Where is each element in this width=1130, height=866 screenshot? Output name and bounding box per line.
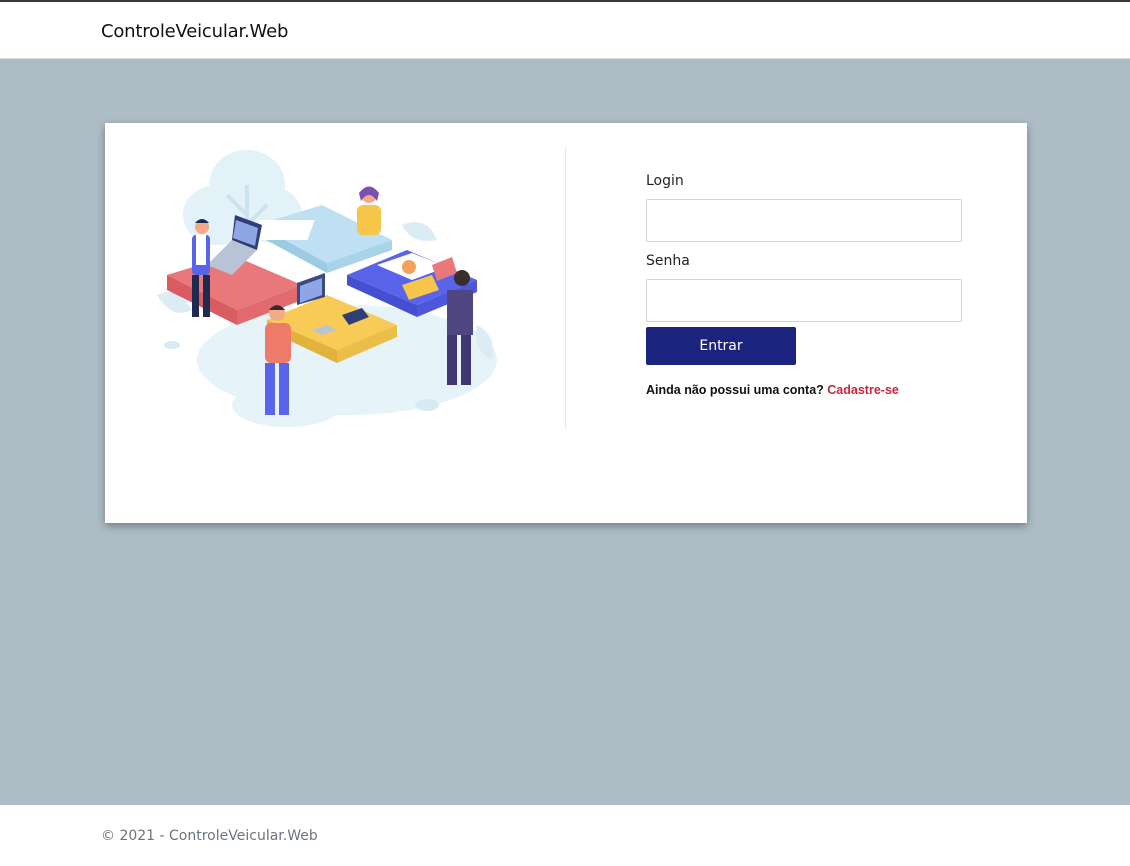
- entrar-button[interactable]: Entrar: [646, 327, 796, 365]
- login-label: Login: [646, 173, 684, 189]
- footer: © 2021 - ControleVeicular.Web: [0, 805, 1130, 866]
- login-card: Login Senha Entrar Ainda não possui uma …: [105, 123, 1027, 523]
- card-divider: [565, 147, 566, 429]
- login-form: Login Senha Entrar Ainda não possui uma …: [646, 173, 962, 397]
- signup-link[interactable]: Cadastre-se: [827, 383, 899, 397]
- login-input[interactable]: [646, 199, 962, 242]
- signup-prompt: Ainda não possui uma conta?: [646, 383, 824, 397]
- brand-link[interactable]: ControleVeicular.Web: [101, 21, 288, 42]
- top-navbar: ControleVeicular.Web: [0, 0, 1130, 59]
- senha-input[interactable]: [646, 279, 962, 322]
- teamwork-puzzle-illustration: [157, 150, 497, 427]
- footer-copyright: © 2021 - ControleVeicular.Web: [101, 828, 318, 844]
- signup-line: Ainda não possui uma conta? Cadastre-se: [646, 383, 962, 397]
- senha-label: Senha: [646, 253, 690, 269]
